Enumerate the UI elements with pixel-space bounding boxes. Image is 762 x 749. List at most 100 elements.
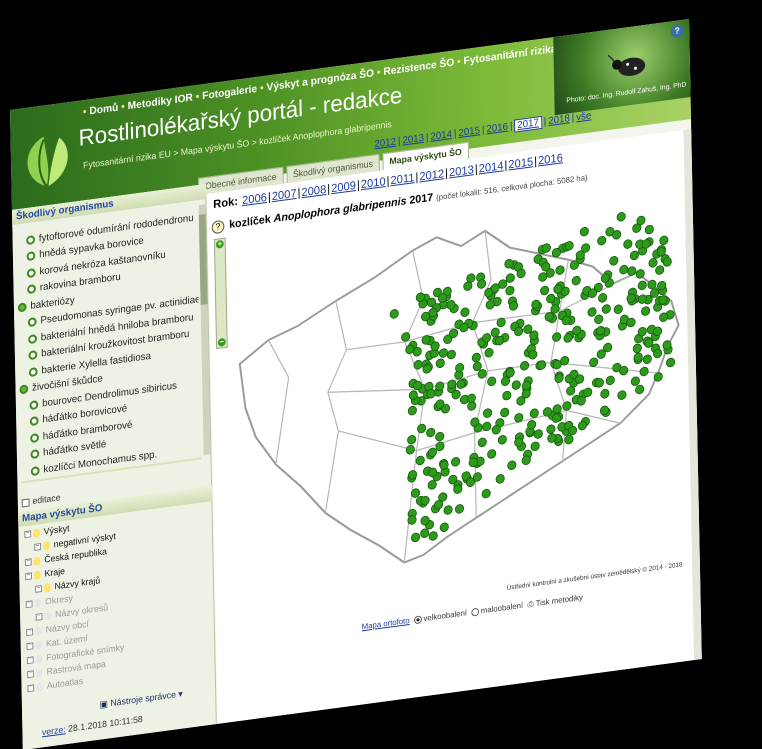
- organism-dot-icon: [30, 432, 40, 443]
- expand-icon[interactable]: −: [26, 627, 34, 636]
- organism-dot-icon: [26, 234, 36, 245]
- left-panel: Škodlivý organismus fytoftorové odumírán…: [12, 184, 217, 749]
- nav-bullet-icon: •: [121, 100, 125, 114]
- nav-bullet-icon: •: [82, 105, 87, 119]
- edit-toggle[interactable]: editace: [21, 492, 61, 508]
- expand-icon[interactable]: −: [24, 529, 32, 538]
- nav-item[interactable]: Metodiky IOR: [128, 92, 193, 113]
- occurrence-map[interactable]: [227, 174, 691, 615]
- question-icon[interactable]: ?: [211, 219, 225, 235]
- scrollbar-thumb[interactable]: [198, 214, 208, 306]
- nav-bullet-icon: •: [195, 90, 200, 104]
- map-footer: Mapa ortofoto velkoobalení maloobalení ⎙…: [362, 593, 583, 633]
- bulb-icon: [33, 555, 41, 566]
- year-label: Rok:: [213, 195, 239, 212]
- year-link-top[interactable]: 2014: [430, 129, 452, 143]
- year-link[interactable]: 2014: [479, 160, 504, 175]
- year-link-top[interactable]: 2015: [458, 125, 480, 139]
- organism-dot-icon: [27, 317, 37, 328]
- year-link[interactable]: 2008: [301, 184, 326, 199]
- occurrence-point: [659, 235, 669, 246]
- orthophoto-link[interactable]: Mapa ortofoto: [362, 616, 410, 631]
- bulb-icon: [33, 569, 41, 580]
- year-link-top[interactable]: 2013: [402, 133, 424, 147]
- expand-icon[interactable]: −: [35, 584, 42, 593]
- organism-dot-icon: [30, 465, 40, 476]
- occurrence-point: [616, 212, 626, 222]
- bulb-icon: [43, 582, 51, 593]
- organism-dot-icon: [26, 267, 36, 278]
- expand-icon[interactable]: −: [26, 655, 34, 664]
- radio-large[interactable]: [413, 615, 422, 625]
- organism-dot-icon: [27, 284, 37, 295]
- year-link[interactable]: 2011: [390, 172, 414, 187]
- version-footer: verze: 28.1.2018 10:11:58: [42, 714, 143, 738]
- year-link[interactable]: 2012: [419, 168, 444, 183]
- year-link-top[interactable]: vše: [576, 110, 591, 123]
- nav-bullet-icon: •: [457, 55, 461, 69]
- expand-icon[interactable]: −: [27, 669, 34, 678]
- organism-dot-icon: [28, 333, 38, 344]
- version-date: 28.1.2018 10:11:58: [68, 713, 143, 734]
- expand-icon[interactable]: −: [26, 641, 34, 650]
- occurrence-point: [666, 357, 676, 368]
- bulb-icon: [32, 527, 40, 538]
- edit-checkbox[interactable]: [21, 498, 30, 508]
- year-link[interactable]: 2010: [361, 176, 386, 191]
- main-content: Rok: 2006|2007|2008|2009|2010|2011|2012|…: [207, 129, 702, 724]
- bulb-icon: [35, 639, 43, 650]
- year-link-top[interactable]: 2017: [514, 115, 542, 133]
- organism-dot-icon: [28, 350, 38, 361]
- bulb-icon: [35, 653, 43, 664]
- layer-tree: − Výskyt − negativní výskyt − Česká republika…: [24, 503, 208, 695]
- zoom-out-icon[interactable]: −: [217, 337, 226, 347]
- organism-dot-icon: [19, 384, 29, 395]
- occurrence-point: [629, 250, 639, 261]
- occurrence-point: [648, 258, 658, 268]
- occurrence-point: [632, 223, 642, 233]
- print-icon[interactable]: ⎙: [527, 599, 533, 609]
- organism-dot-icon: [29, 399, 39, 410]
- species-year: 2017: [409, 191, 434, 207]
- species-common: kozlíček: [229, 213, 271, 232]
- year-link[interactable]: 2015: [508, 156, 533, 171]
- year-link[interactable]: 2013: [449, 164, 474, 179]
- organism-dot-icon: [26, 251, 36, 262]
- portal-window: • Domů • Metodiky IOR • Fotogalerie • Výskyt a …: [10, 19, 702, 749]
- bulb-icon: [35, 667, 43, 678]
- layer-label: Autoatlas: [46, 675, 84, 691]
- zoom-slider[interactable]: + −: [213, 237, 228, 350]
- nav-bullet-icon: •: [259, 82, 264, 95]
- admin-tools-button[interactable]: ▣ Nástroje správce ▾: [100, 688, 183, 710]
- year-link[interactable]: 2009: [331, 180, 356, 195]
- organism-list: fytoftorové odumírání rododendronu hnědá …: [16, 209, 202, 484]
- version-prefix: verze:: [41, 724, 66, 738]
- print-label[interactable]: Tisk metodiky: [536, 593, 583, 608]
- year-link-top[interactable]: 2018: [548, 113, 570, 127]
- expand-icon[interactable]: −: [25, 599, 33, 608]
- bulb-icon: [36, 681, 44, 692]
- occurrence-point: [579, 226, 589, 237]
- layer-label: Kraje: [44, 565, 66, 579]
- expand-icon[interactable]: −: [27, 683, 35, 692]
- nav-item[interactable]: Rezistence ŠO: [383, 56, 454, 77]
- radio-small[interactable]: [471, 607, 479, 617]
- year-link-top[interactable]: 2016: [486, 121, 508, 135]
- expand-icon[interactable]: −: [24, 557, 32, 566]
- organism-dot-icon: [31, 482, 40, 484]
- year-link[interactable]: 2006: [242, 192, 267, 207]
- year-link[interactable]: 2016: [538, 152, 563, 167]
- expand-icon[interactable]: −: [25, 571, 33, 580]
- edit-label: editace: [32, 492, 61, 507]
- nav-bullet-icon: •: [376, 66, 381, 79]
- organism-label: kozlíček Anoplophora chinensis: [44, 479, 180, 483]
- expand-icon[interactable]: −: [34, 542, 42, 551]
- zoom-in-icon[interactable]: +: [215, 239, 224, 249]
- year-link-top[interactable]: 2012: [374, 136, 396, 150]
- nav-item[interactable]: Domů: [89, 102, 118, 118]
- expand-icon[interactable]: −: [35, 612, 43, 621]
- year-selector-top: 2012 | 2013 | 2014 | 2015 | 2016 | 2017 | 2018 | vše: [374, 110, 592, 151]
- year-link[interactable]: 2007: [272, 188, 297, 203]
- nav-item[interactable]: Fotogalerie: [202, 83, 257, 102]
- bulb-icon: [42, 540, 50, 551]
